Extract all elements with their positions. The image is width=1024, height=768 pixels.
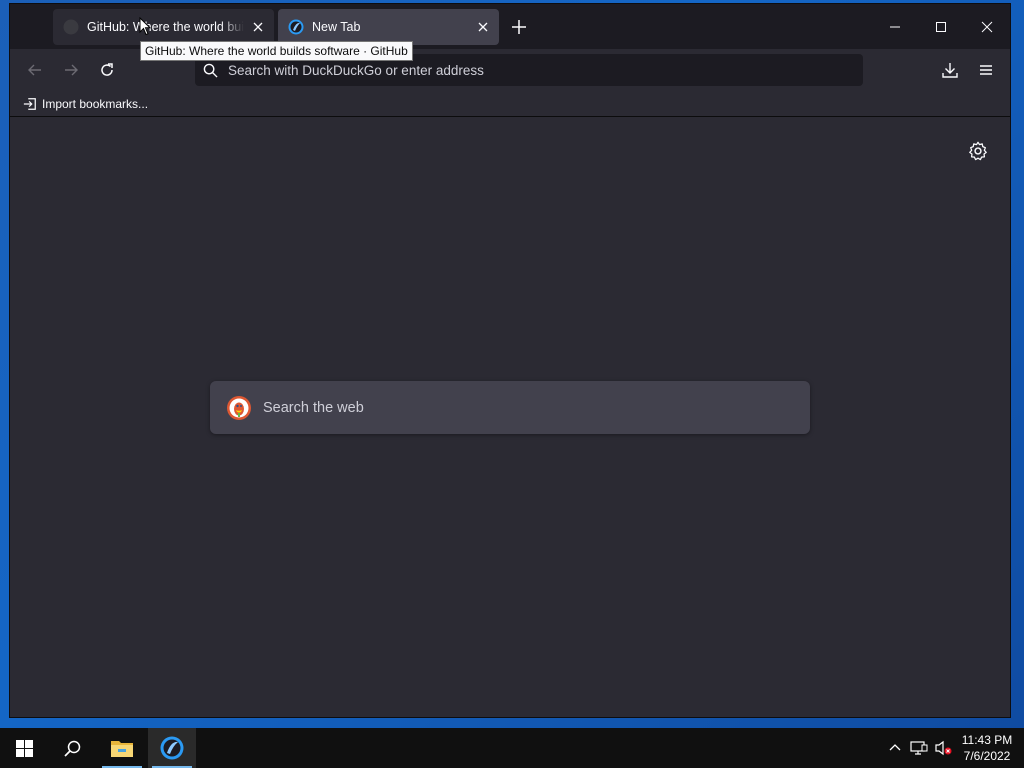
- downloads-button[interactable]: [936, 56, 964, 84]
- tab-new-tab[interactable]: New Tab: [278, 9, 499, 45]
- file-explorer-button[interactable]: [98, 728, 146, 768]
- web-search-box[interactable]: [210, 381, 810, 434]
- minimize-icon: [890, 26, 900, 27]
- duckduckgo-browser-icon: [160, 736, 184, 760]
- browser-window: GitHub: Where the world builds software …: [9, 3, 1011, 718]
- address-input[interactable]: [228, 62, 863, 78]
- import-bookmarks-label: Import bookmarks...: [42, 96, 149, 111]
- volume-tray-button[interactable]: [933, 738, 953, 758]
- taskbar-clock[interactable]: 11:43 PM 7/6/2022: [952, 731, 1022, 765]
- duckduckgo-icon: [227, 395, 251, 420]
- folder-icon: [111, 741, 133, 757]
- mouse-cursor-icon: [139, 17, 151, 36]
- close-icon: [981, 21, 993, 32]
- import-icon: [23, 97, 36, 110]
- maximize-icon: [936, 21, 946, 32]
- reload-button[interactable]: [93, 56, 121, 84]
- arrow-right-icon: [65, 64, 78, 76]
- show-hidden-icons-button[interactable]: [885, 738, 905, 758]
- maximize-button[interactable]: [918, 4, 964, 49]
- arrow-left-icon: [28, 64, 41, 76]
- close-window-button[interactable]: [964, 4, 1010, 49]
- network-icon: [910, 741, 928, 755]
- gear-icon[interactable]: [967, 140, 989, 162]
- back-button[interactable]: [21, 56, 49, 84]
- tab-tooltip: GitHub: Where the world builds software …: [140, 41, 413, 61]
- tab-github[interactable]: GitHub: Where the world builds software …: [53, 9, 274, 45]
- volume-muted-icon: [935, 740, 952, 756]
- clock-time: 11:43 PM: [961, 733, 1013, 747]
- duckduckgo-browser-icon: [288, 19, 304, 35]
- close-tab-icon[interactable]: [475, 19, 491, 35]
- clock-date: 7/6/2022: [963, 749, 1011, 763]
- windows-logo-icon: [15, 739, 33, 757]
- tab-title: New Tab: [312, 20, 361, 34]
- app-menu-button[interactable]: [972, 56, 1000, 84]
- new-tab-page: [10, 118, 1010, 717]
- import-bookmarks-button[interactable]: Import bookmarks...: [23, 97, 148, 111]
- taskbar-search-button[interactable]: [48, 728, 96, 768]
- search-icon: [203, 63, 218, 78]
- forward-button[interactable]: [57, 56, 85, 84]
- taskbar: 11:43 PM 7/6/2022: [0, 728, 1024, 768]
- web-search-input[interactable]: [263, 399, 810, 416]
- new-tab-plus-icon[interactable]: [509, 17, 529, 37]
- github-icon: [63, 19, 79, 35]
- search-icon: [63, 740, 80, 757]
- download-icon: [942, 63, 958, 78]
- chevron-up-icon: [889, 744, 901, 751]
- close-tab-icon[interactable]: [250, 19, 266, 35]
- tab-title: GitHub: Where the world builds software …: [87, 20, 244, 34]
- reload-icon: [101, 63, 113, 76]
- minimize-button[interactable]: [872, 4, 918, 49]
- start-button[interactable]: [0, 728, 48, 768]
- hamburger-menu-icon: [980, 65, 992, 75]
- network-tray-button[interactable]: [909, 738, 929, 758]
- browser-taskbar-button[interactable]: [148, 728, 196, 768]
- bookmarks-toolbar: Import bookmarks...: [10, 91, 1010, 117]
